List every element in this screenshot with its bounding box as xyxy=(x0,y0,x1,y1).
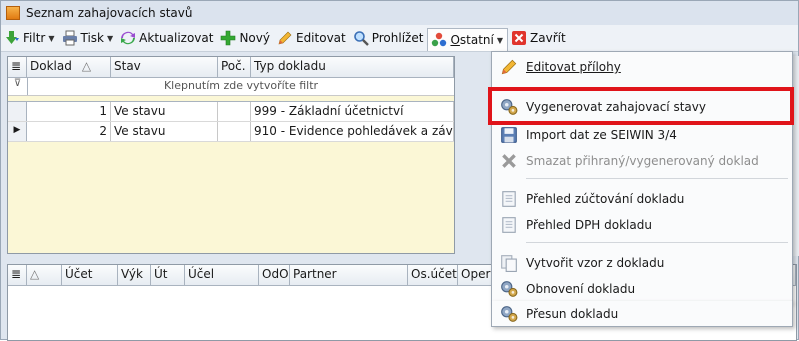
chevron-down-icon: ▼ xyxy=(48,33,55,43)
column-header-poc[interactable]: Poč. xyxy=(218,57,251,77)
column-header-ut[interactable]: Út xyxy=(151,265,185,285)
shapes-icon xyxy=(432,32,447,47)
magnifier-icon xyxy=(353,31,369,46)
menu-separator xyxy=(526,242,788,243)
plus-icon xyxy=(221,30,236,46)
menu-separator xyxy=(526,178,788,179)
pencil-icon xyxy=(278,31,292,45)
other-dropdown-menu-tail: Přesun dokladu xyxy=(491,301,793,327)
chevron-down-icon: ▼ xyxy=(107,33,114,43)
menu-item-vat-overview[interactable]: Přehled DPH dokladu xyxy=(492,212,792,238)
documents-grid: ≣ Doklad △ Stav Poč. Typ dokladu ⊽ Klepnu… xyxy=(7,56,455,254)
column-header-partner[interactable]: Partner xyxy=(290,265,408,285)
title-bar: Seznam zahajovacích stavů xyxy=(1,1,798,25)
other-menu-button[interactable]: Ostatní ▼ xyxy=(427,28,509,51)
column-header-vyk[interactable]: Výk xyxy=(118,265,151,285)
window: Seznam zahajovacích stavů Filtr ▼ Tisk ▼… xyxy=(0,0,799,341)
column-header-typ[interactable]: Typ dokladu xyxy=(251,57,454,77)
edit-button[interactable]: Editovat xyxy=(274,27,350,49)
filter-hint: Klepnutím zde vytvoříte filtr xyxy=(163,79,319,92)
filter-funnel-icon: ⊽ xyxy=(8,78,28,95)
filter-row[interactable]: ⊽ Klepnutím zde vytvoříte filtr xyxy=(8,78,454,96)
refresh-button[interactable]: Aktualizovat xyxy=(117,27,217,49)
filter-button[interactable]: Filtr ▼ xyxy=(1,27,59,49)
menu-item-posting-overview[interactable]: Přehled zúčtování dokladu xyxy=(492,186,792,212)
app-icon xyxy=(6,6,20,20)
column-header-doklad[interactable]: Doklad △ xyxy=(27,57,111,77)
window-title: Seznam zahajovacích stavů xyxy=(26,6,193,20)
pencil-icon xyxy=(501,59,517,75)
document-icon xyxy=(502,191,516,207)
view-button[interactable]: Prohlížet xyxy=(350,27,428,49)
close-button[interactable]: Zavřít xyxy=(508,27,570,49)
printer-icon xyxy=(62,30,77,46)
menu-item-delete-document[interactable]: Smazat přihraný/vygenerovaný doklad xyxy=(492,148,792,174)
table-row[interactable]: 1 Ve stavu 999 - Základní účetnictví xyxy=(8,102,454,122)
column-header-osucet[interactable]: Os.účet xyxy=(408,265,458,285)
menu-item-create-template[interactable]: Vytvořit vzor z dokladu xyxy=(492,250,792,276)
sort-asc-icon[interactable]: △ xyxy=(27,265,62,285)
menu-item-import-seiwin[interactable]: Import dat ze SEIWIN 3/4 xyxy=(492,122,792,148)
close-icon xyxy=(512,31,527,45)
gears-icon xyxy=(501,306,518,322)
delete-x-icon xyxy=(502,154,516,168)
floppy-disk-icon xyxy=(501,127,517,143)
sort-asc-icon: △ xyxy=(81,59,92,73)
grid-header: ≣ Doklad △ Stav Poč. Typ dokladu xyxy=(8,57,454,78)
row-indicator xyxy=(8,102,27,121)
print-button[interactable]: Tisk ▼ xyxy=(59,27,118,49)
chevron-down-icon: ▼ xyxy=(496,35,504,45)
column-chooser-icon[interactable]: ≣ xyxy=(8,265,27,285)
column-header-stav[interactable]: Stav xyxy=(111,57,218,77)
column-chooser-icon[interactable]: ≣ xyxy=(8,57,27,77)
table-row[interactable]: ▶ 2 Ve stavu 910 - Evidence pohledávek a… xyxy=(8,122,454,142)
document-copy-icon xyxy=(501,255,517,272)
current-row-arrow-icon: ▶ xyxy=(8,122,27,141)
refresh-icon xyxy=(121,31,136,45)
column-header-ucel[interactable]: Účel xyxy=(185,265,259,285)
menu-item-move-document[interactable]: Přesun dokladu xyxy=(492,301,792,327)
toolbar: Filtr ▼ Tisk ▼ Aktualizovat Nový Editova… xyxy=(1,25,798,52)
gears-icon xyxy=(501,281,518,297)
right-panel-edge xyxy=(793,56,799,256)
new-button[interactable]: Nový xyxy=(217,27,274,49)
column-header-odo[interactable]: OdO xyxy=(259,265,290,285)
menu-item-edit-attachments[interactable]: Editovat přílohy xyxy=(492,54,792,80)
highlight-box xyxy=(488,87,794,125)
filter-icon xyxy=(6,31,19,44)
document-icon xyxy=(502,217,516,233)
menu-item-restore-document[interactable]: Obnovení dokladu xyxy=(492,276,792,302)
column-header-ucet[interactable]: Účet xyxy=(62,265,118,285)
